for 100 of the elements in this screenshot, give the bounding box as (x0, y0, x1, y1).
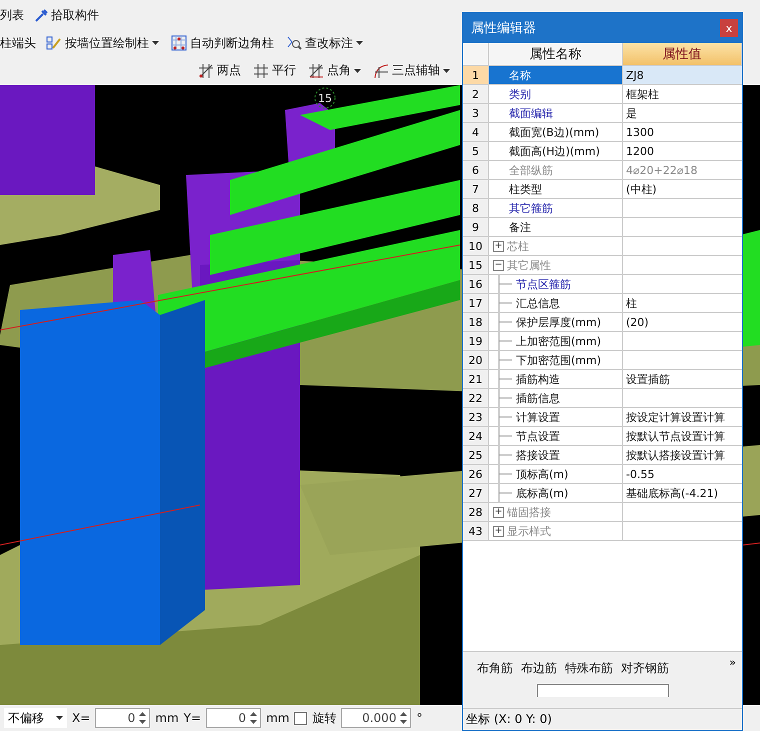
tree-line-icon (497, 313, 513, 331)
property-name-cell[interactable]: 下加密范围(mm) (489, 351, 623, 370)
column-header: 属性名称 (489, 43, 623, 66)
tree-toggle[interactable]: + (493, 240, 504, 252)
row-number: 22 (463, 389, 489, 408)
toolbar-button[interactable]: 布角筋 (477, 660, 513, 676)
toolbar-button[interactable]: 按墙位置绘制柱 (44, 34, 161, 52)
row-number: 24 (463, 427, 489, 446)
spinner-arrows-icon (250, 711, 258, 725)
toolbar-button[interactable]: 自动判断边角柱 (169, 34, 276, 52)
eyedropper-icon (34, 8, 48, 22)
property-name-cell[interactable]: 底标高(m) (489, 484, 623, 503)
unit-label: mm (155, 711, 179, 725)
tree-toggle[interactable]: − (493, 260, 504, 270)
axis-marker: 15 (314, 88, 336, 108)
rotate-label: 旋转 (312, 710, 336, 726)
row-number: 18 (463, 313, 489, 332)
window-title: 属性编辑器 (471, 20, 536, 37)
row-number: 19 (463, 332, 489, 351)
toolbar-button[interactable]: 对齐钢筋 (621, 660, 669, 676)
axis-line-icon (198, 62, 214, 78)
toolbar-button[interactable]: 平行 (251, 62, 298, 79)
property-name-cell[interactable]: + 锚固搭接 (489, 503, 623, 522)
row-number: 8 (463, 199, 489, 218)
row-number: 5 (463, 142, 489, 161)
property-name-cell[interactable]: 其它箍筋 (489, 199, 623, 218)
toolbar-button[interactable]: 三点辅轴 (371, 62, 452, 79)
offset-dropdown[interactable]: 不偏移 (4, 708, 67, 728)
property-name-cell[interactable]: 计算设置 (489, 408, 623, 427)
property-name-cell[interactable]: 插筋信息 (489, 389, 623, 408)
property-name-cell[interactable]: 搭接设置 (489, 446, 623, 465)
tree-toggle[interactable]: + (493, 526, 504, 536)
tree-line-icon (497, 408, 513, 426)
property-name-cell[interactable]: − 其它属性 (489, 256, 623, 275)
rotate-checkbox[interactable] (294, 712, 308, 724)
row-number: 27 (463, 484, 489, 503)
angle-line-icon (308, 62, 324, 78)
property-name-cell[interactable]: 截面编辑 (489, 104, 623, 123)
row-number: 21 (463, 370, 489, 389)
property-name-cell[interactable]: 汇总信息 (489, 294, 623, 313)
row-number: 9 (463, 218, 489, 237)
row-number: 7 (463, 180, 489, 199)
property-name-cell[interactable]: 顶标高(m) (489, 465, 623, 484)
property-name-cell[interactable]: 备注 (489, 218, 623, 237)
degree-label: ° (416, 711, 422, 725)
row-number: 2 (463, 85, 489, 104)
row-number: 28 (463, 503, 489, 522)
row-number: 3 (463, 104, 489, 123)
property-value-cell[interactable]: ZJ8 (623, 66, 742, 85)
property-name-cell[interactable]: 插筋构造 (489, 370, 623, 389)
toolbar-button[interactable]: 布边筋 (521, 660, 557, 676)
property-name-cell[interactable]: 名称 (489, 66, 623, 85)
row-number: 20 (463, 351, 489, 370)
y-label: Y= (184, 711, 202, 725)
tree-line-icon (497, 446, 513, 464)
property-name-cell[interactable]: + 芯柱 (489, 237, 623, 256)
property-name-cell[interactable]: 柱类型 (489, 180, 623, 199)
tree-line-icon (497, 294, 513, 312)
property-name-cell[interactable]: 类别 (489, 85, 623, 104)
property-name-cell[interactable]: 截面高(H边)(mm) (489, 142, 623, 161)
tree-line-icon (497, 484, 513, 502)
x-input-field[interactable]: 0 (95, 708, 150, 728)
row-number: 43 (463, 522, 489, 541)
property-name-cell[interactable]: 全部纵筋 (489, 161, 623, 180)
toolbar-button[interactable]: 查改标注 (284, 34, 365, 52)
property-name-cell[interactable]: 节点设置 (489, 427, 623, 446)
tree-line-icon (497, 389, 513, 407)
arc-axis-icon (373, 62, 389, 78)
overflow-chevron[interactable]: » (729, 656, 736, 669)
tree-line-icon (497, 427, 513, 445)
property-name-cell[interactable]: 截面宽(B边)(mm) (489, 123, 623, 142)
rotate-input-field[interactable]: 0.000 (341, 708, 412, 728)
spinner-arrows-icon (139, 711, 146, 725)
magnifier-icon (286, 35, 302, 51)
toolbar-label: 柱端头 (0, 34, 36, 52)
toolbar-button[interactable]: 拾取构件 (32, 6, 101, 24)
property-name-cell[interactable]: 节点区箍筋 (489, 275, 623, 294)
tree-line-icon (497, 332, 513, 350)
row-number: 15 (463, 256, 489, 275)
property-name-cell[interactable]: + 显示样式 (489, 522, 623, 541)
row-number: 16 (463, 275, 489, 294)
row-number: 26 (463, 465, 489, 484)
x-label: X= (72, 711, 90, 725)
property-name-cell[interactable]: 保护层厚度(mm) (489, 313, 623, 332)
close-button[interactable]: x (720, 19, 738, 37)
unit-label: mm (266, 711, 290, 725)
column-header: 属性值 (623, 43, 742, 66)
toolbar-button[interactable]: 特殊布筋 (565, 660, 613, 676)
tree-line-icon (497, 351, 513, 369)
property-name-cell[interactable]: 上加密范围(mm) (489, 332, 623, 351)
row-number: 25 (463, 446, 489, 465)
caret-icon (56, 716, 63, 720)
row-number: 6 (463, 161, 489, 180)
tree-toggle[interactable]: + (493, 506, 504, 518)
y-input-field[interactable]: 0 (206, 708, 262, 728)
tree-line-icon (497, 465, 513, 483)
row-number: 1 (463, 66, 489, 85)
toolbar-button[interactable]: 点角 (306, 62, 363, 79)
input-field[interactable] (537, 684, 669, 697)
toolbar-button[interactable]: 两点 (196, 62, 243, 79)
